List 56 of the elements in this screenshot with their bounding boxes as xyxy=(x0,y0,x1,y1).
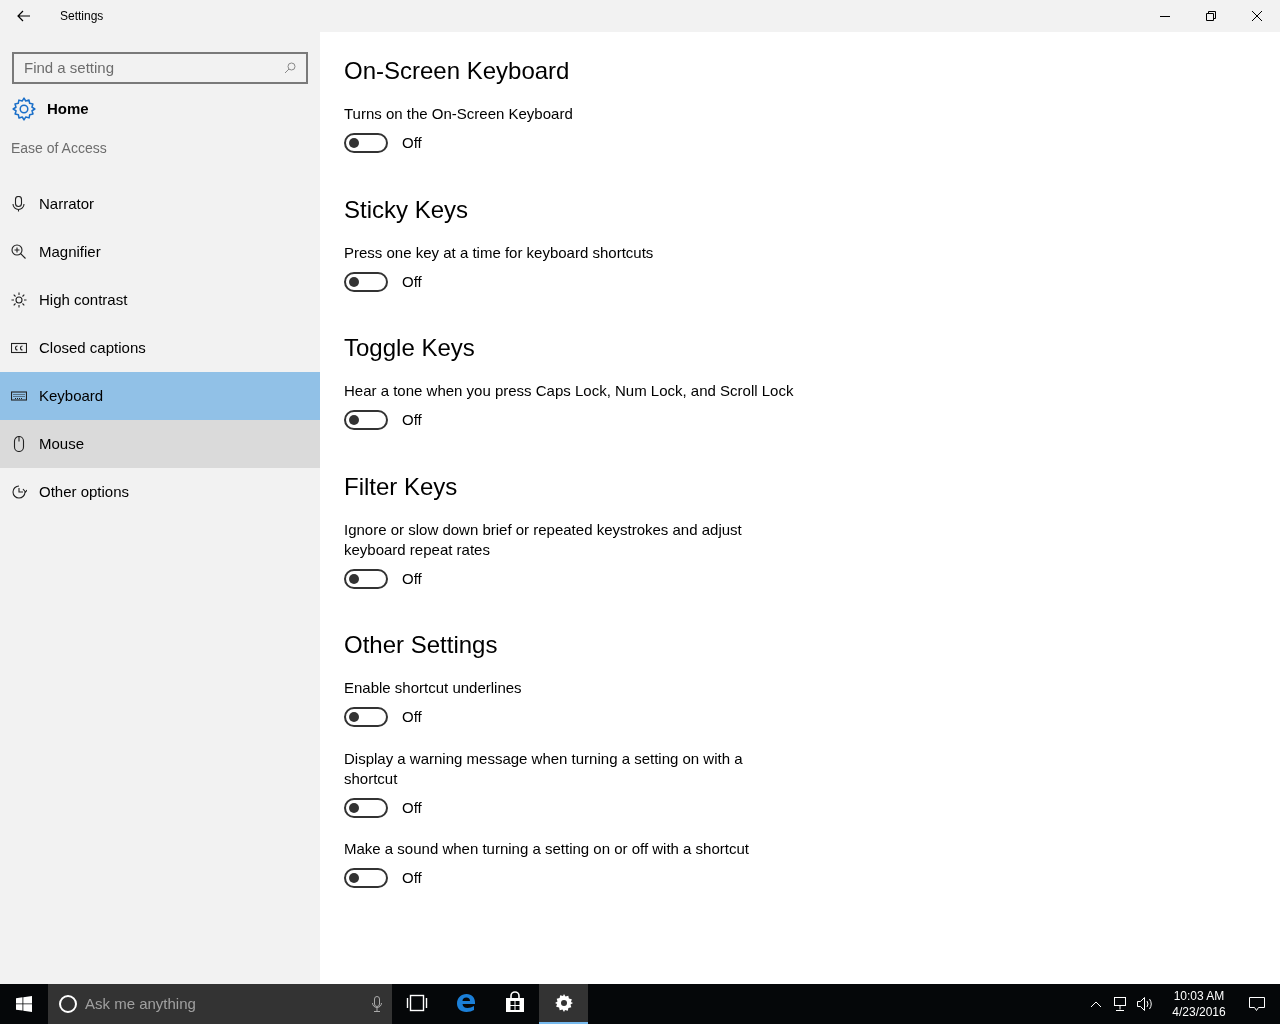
setting-description: Press one key at a time for keyboard shortcuts xyxy=(344,242,655,263)
close-icon xyxy=(1252,11,1262,21)
taskbar-search-field[interactable]: Ask me anything xyxy=(48,984,392,1024)
toggle-state-label: Off xyxy=(402,568,422,589)
toggle-state-label: Off xyxy=(402,868,422,888)
toggle-state-label: Off xyxy=(402,707,422,727)
clock[interactable]: 10:03 AM 4/23/2016 xyxy=(1164,988,1234,1020)
toggle-state-label: Off xyxy=(402,133,422,153)
magnifier-icon xyxy=(11,244,27,260)
category-label: Ease of Access xyxy=(11,139,107,158)
circle-icon xyxy=(58,994,78,1014)
sun-icon xyxy=(11,292,27,308)
toggle-switch[interactable] xyxy=(344,707,388,728)
toggle-switch[interactable] xyxy=(344,568,388,589)
section-heading: Sticky Keys xyxy=(344,194,470,225)
toggle-switch[interactable] xyxy=(344,410,388,431)
closed-captions-icon xyxy=(11,340,27,356)
home-link[interactable]: Home xyxy=(0,92,320,126)
restore-icon xyxy=(1206,11,1216,21)
keyboard-icon xyxy=(11,388,27,404)
toggle-switch[interactable] xyxy=(344,133,388,154)
windows-logo-icon xyxy=(16,996,32,1012)
back-arrow-icon xyxy=(17,10,31,22)
setting-description: Enable shortcut underlines xyxy=(344,678,523,698)
toggle-switch[interactable] xyxy=(344,271,388,292)
toggle-state-label: Off xyxy=(402,797,422,818)
network-icon[interactable] xyxy=(1112,996,1128,1012)
setting-description: Display a warning message when turning a setting on with a shortcut xyxy=(344,748,744,789)
nav-item[interactable]: Keyboard xyxy=(0,372,320,420)
toggle-switch[interactable] xyxy=(344,868,388,889)
toggle-state-label: Off xyxy=(402,271,422,292)
microphone-icon xyxy=(372,996,382,1012)
section-heading: Toggle Keys xyxy=(344,333,476,363)
window-title: Settings xyxy=(60,8,104,25)
toggle-switch[interactable] xyxy=(344,797,388,818)
taskbar-app-button[interactable] xyxy=(539,984,588,1024)
volume-icon[interactable] xyxy=(1136,996,1154,1012)
mouse-icon xyxy=(11,436,27,452)
toggle-state-label: Off xyxy=(402,410,422,430)
section-heading: On-Screen Keyboard xyxy=(344,56,571,86)
microphone-icon xyxy=(11,196,27,212)
caret-up-icon[interactable] xyxy=(1090,1000,1102,1008)
gear-icon xyxy=(11,96,37,122)
section-heading: Other Settings xyxy=(344,630,499,660)
notification-icon[interactable] xyxy=(1248,996,1266,1012)
search-icon xyxy=(284,62,296,74)
taskbar-search-input[interactable]: Ask me anything xyxy=(85,992,372,1016)
setting-description: Ignore or slow down brief or repeated keystrokes and adjust keyboard repeat rates xyxy=(344,519,743,560)
search-field[interactable]: Find a setting xyxy=(12,52,308,84)
dial-icon xyxy=(11,484,27,500)
nav-item[interactable]: Mouse xyxy=(0,420,320,468)
setting-description: Make a sound when turning a setting on or off with a shortcut xyxy=(344,839,750,859)
section-heading: Filter Keys xyxy=(344,471,459,502)
search-input[interactable]: Find a setting xyxy=(24,56,284,80)
setting-description: Hear a tone when you press Caps Lock, Num Lock, and Scroll Lock xyxy=(344,381,795,401)
setting-description: Turns on the On-Screen Keyboard xyxy=(344,104,574,124)
